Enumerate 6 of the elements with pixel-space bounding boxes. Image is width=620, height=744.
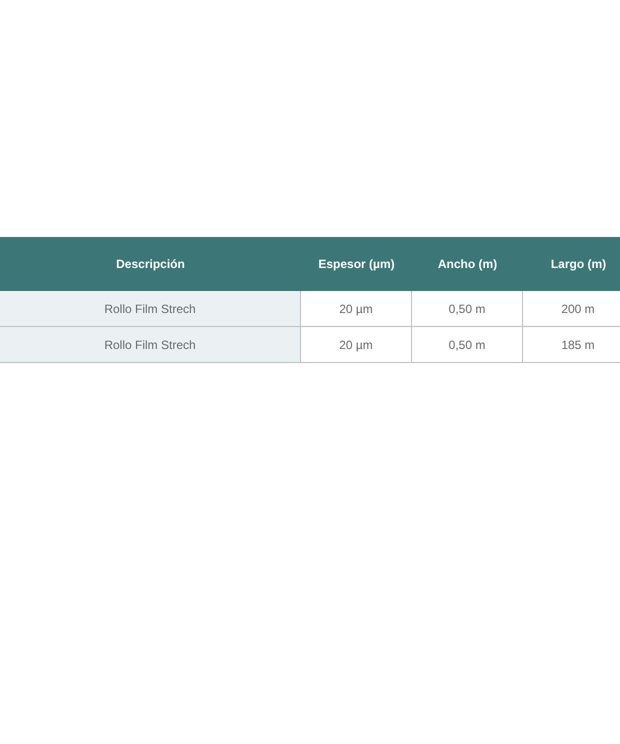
- column-header: Ancho (m): [436, 256, 498, 273]
- column-header: Descripción: [115, 256, 186, 273]
- table-cell: Rollo Film Strech: [0, 291, 301, 326]
- column-header: Espesor (µm): [317, 256, 396, 273]
- column-header: Largo (m): [550, 256, 608, 273]
- table-cell: Rollo Film Strech: [0, 327, 301, 362]
